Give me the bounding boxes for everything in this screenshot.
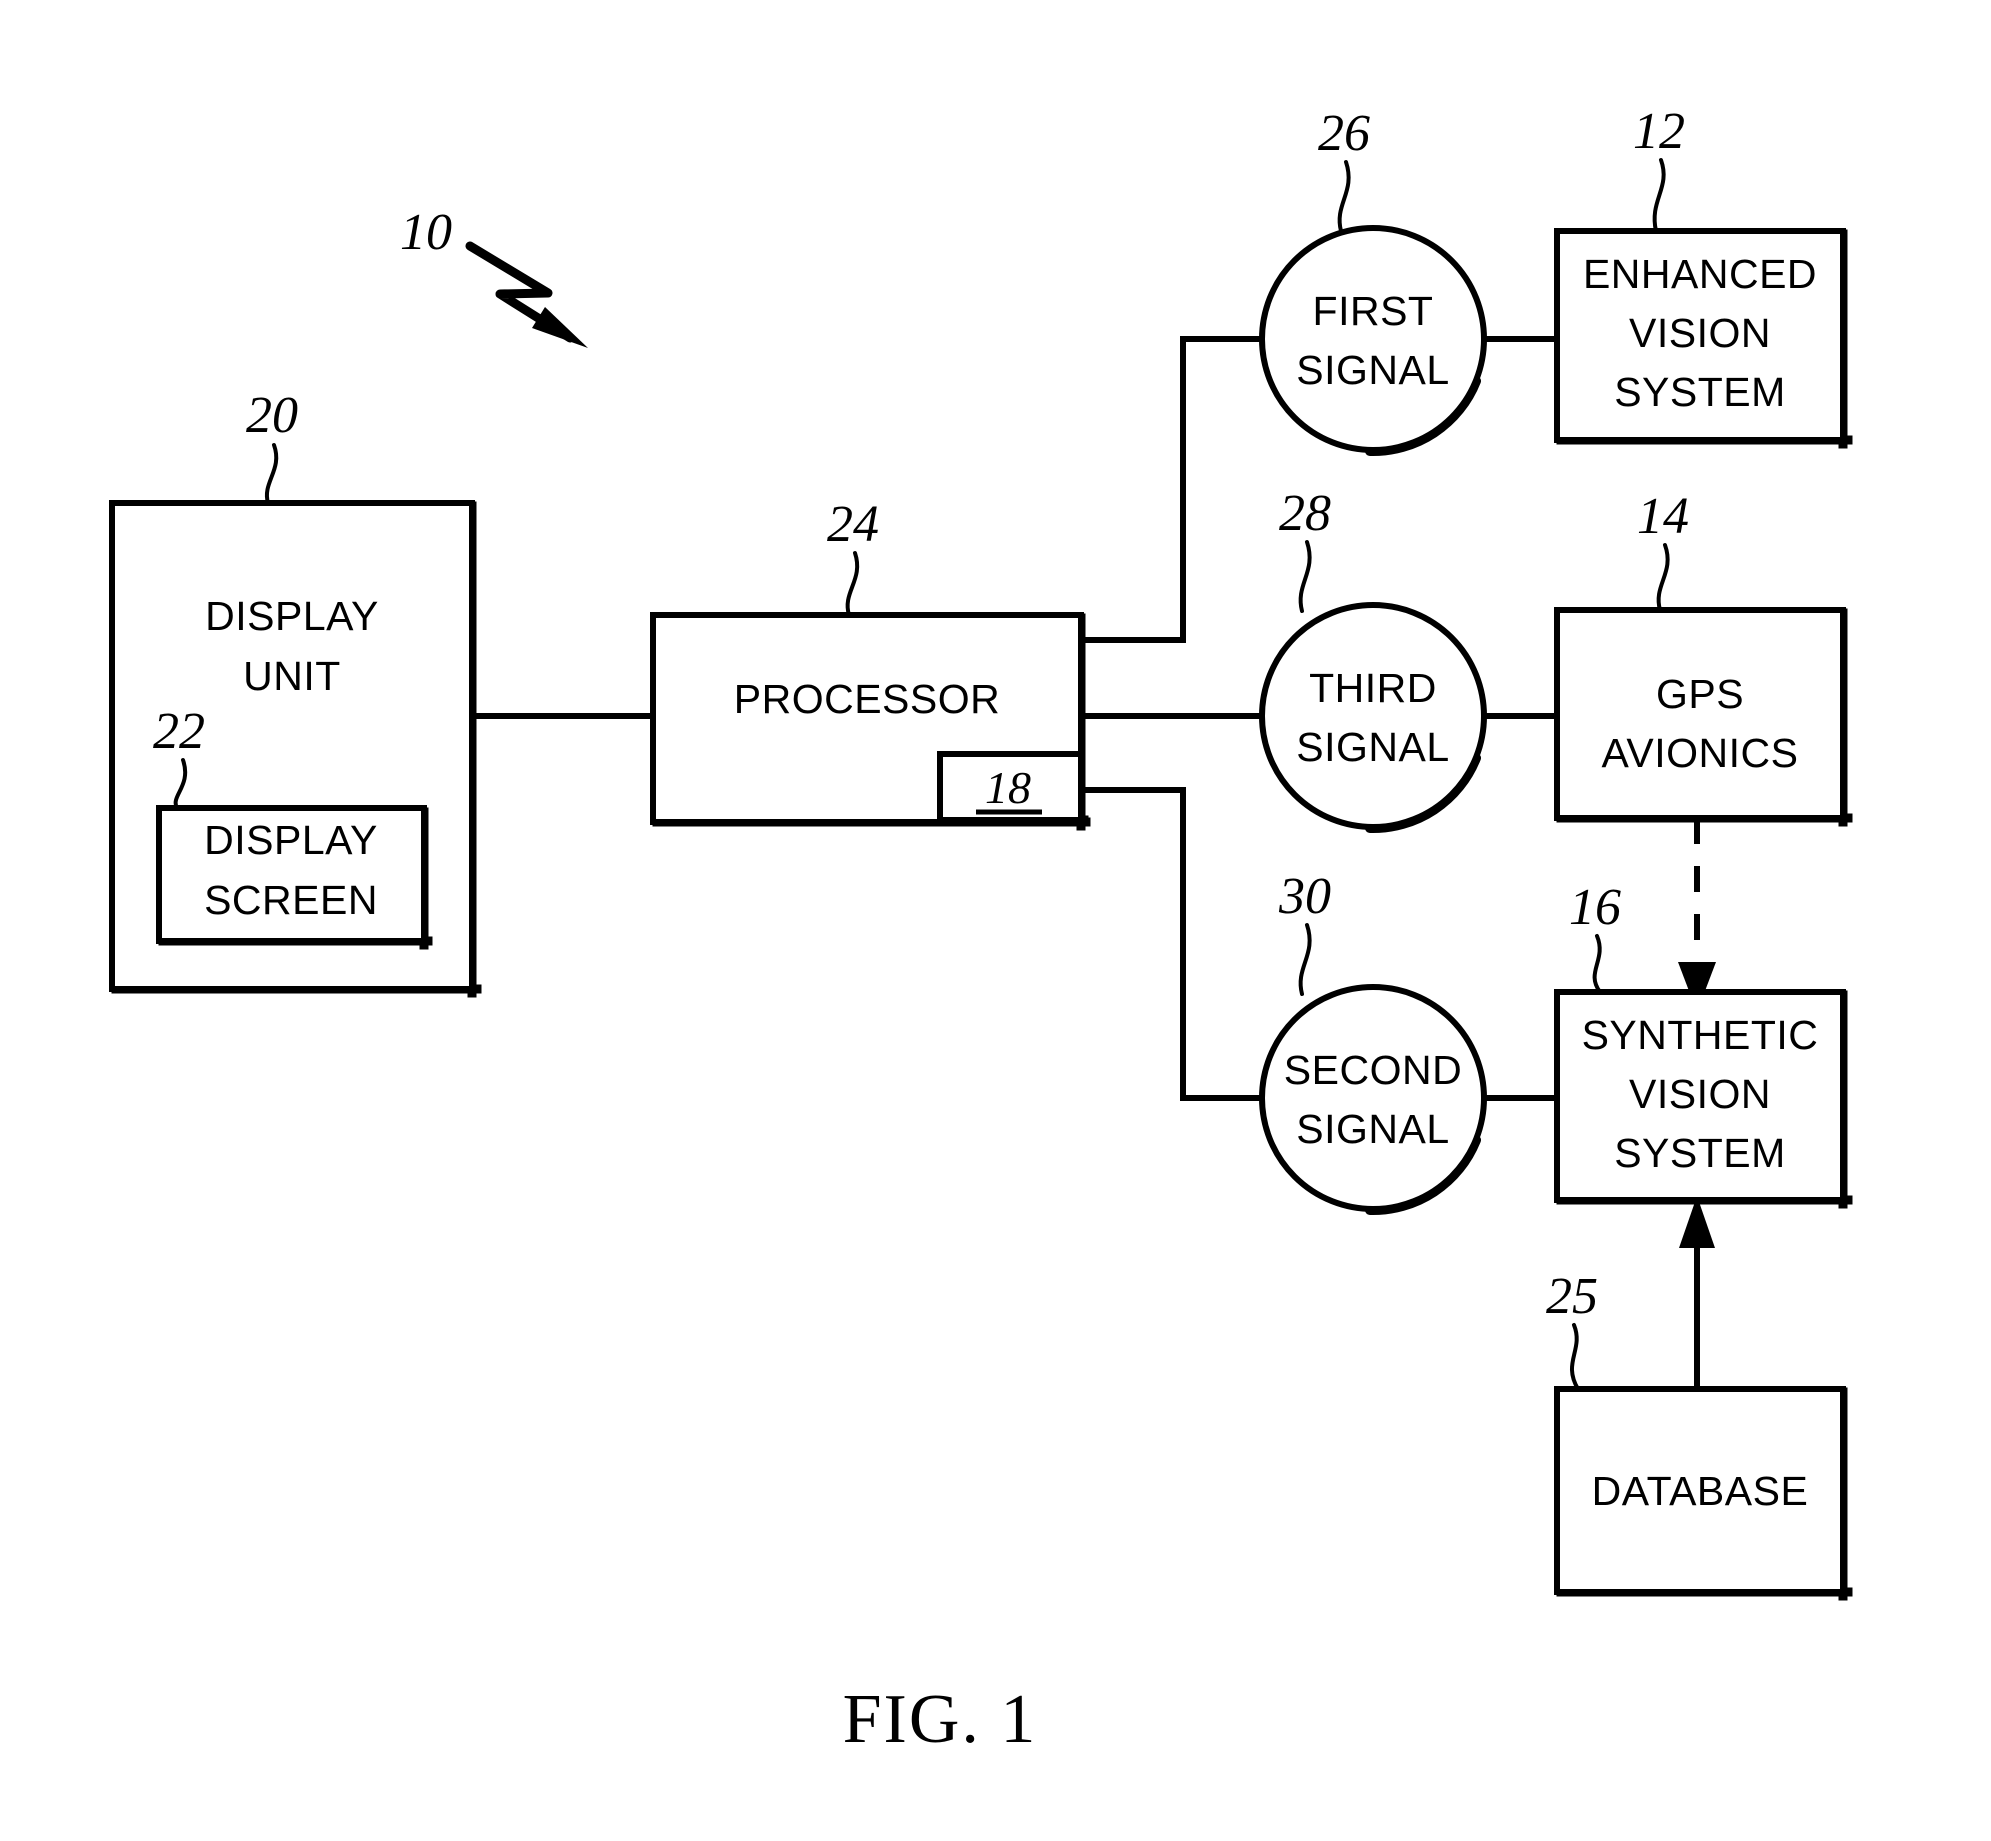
node-second-signal[interactable]: SECOND SIGNAL: [1259, 984, 1487, 1216]
display-screen-label-line2: SCREEN: [204, 877, 378, 923]
dashed-connector-gps-to-svs: [1678, 818, 1716, 1012]
processor-sub-ref-18: 18: [985, 762, 1031, 813]
block-display-screen[interactable]: DISPLAY SCREEN: [156, 805, 433, 950]
ref-numeral-28: 28: [1279, 485, 1331, 542]
evs-label-line2: VISION: [1629, 310, 1771, 356]
connector-processor-to-second-signal: [1080, 787, 1265, 1101]
display-unit-label-line2: UNIT: [243, 653, 341, 699]
evs-label-line1: ENHANCED: [1583, 251, 1817, 297]
svs-label-line1: SYNTHETIC: [1582, 1012, 1819, 1058]
block-enhanced-vision-system[interactable]: ENHANCED VISION SYSTEM: [1554, 228, 1853, 449]
ref-numeral-12: 12: [1633, 103, 1685, 160]
gps-avionics-label-line1: GPS: [1656, 671, 1744, 717]
block-gps-avionics[interactable]: GPS AVIONICS: [1554, 607, 1853, 827]
svs-label-line3: SYSTEM: [1614, 1130, 1786, 1176]
third-signal-label-line2: SIGNAL: [1296, 724, 1449, 770]
ref-numeral-20: 20: [246, 387, 298, 444]
ref-numeral-10: 10: [400, 204, 452, 261]
ref-numeral-25: 25: [1546, 1268, 1598, 1325]
solid-connector-database-to-svs: [1679, 1196, 1715, 1389]
evs-label-line3: SYSTEM: [1614, 369, 1786, 415]
display-unit-label-line1: DISPLAY: [205, 593, 379, 639]
block-synthetic-vision-system[interactable]: SYNTHETIC VISION SYSTEM: [1554, 989, 1853, 1209]
node-third-signal[interactable]: THIRD SIGNAL: [1259, 602, 1487, 834]
first-signal-label-line1: FIRST: [1313, 288, 1434, 334]
second-signal-circle: [1259, 984, 1487, 1212]
ref-numeral-30: 30: [1278, 868, 1331, 925]
ref-numeral-26: 26: [1318, 105, 1370, 162]
database-label: DATABASE: [1592, 1468, 1809, 1514]
system-pointer-arrow: [465, 241, 588, 348]
arrowhead-diagonal-icon: [532, 307, 588, 348]
first-signal-label-line2: SIGNAL: [1296, 347, 1449, 393]
patent-figure: DISPLAY UNIT DISPLAY SCREEN PROCESSOR 18: [0, 0, 1991, 1841]
connector-processor-to-first-signal: [1080, 336, 1265, 643]
ref-numeral-14: 14: [1637, 488, 1689, 545]
display-screen-label-line1: DISPLAY: [204, 817, 378, 863]
third-signal-label-line1: THIRD: [1309, 665, 1437, 711]
ref-numeral-16: 16: [1569, 879, 1621, 936]
second-signal-label-line1: SECOND: [1284, 1047, 1462, 1093]
block-diagram-canvas: DISPLAY UNIT DISPLAY SCREEN PROCESSOR 18: [109, 103, 1853, 1758]
processor-label: PROCESSOR: [734, 676, 1001, 722]
node-first-signal[interactable]: FIRST SIGNAL: [1259, 225, 1487, 457]
figure-caption: FIG. 1: [843, 1681, 1038, 1758]
second-signal-label-line2: SIGNAL: [1296, 1106, 1449, 1152]
svs-label-line2: VISION: [1629, 1071, 1771, 1117]
block-database[interactable]: DATABASE: [1554, 1386, 1853, 1601]
third-signal-circle: [1259, 602, 1487, 830]
block-processor[interactable]: PROCESSOR 18: [650, 612, 1091, 831]
ref-numeral-24: 24: [827, 496, 879, 553]
gps-avionics-label-line2: AVIONICS: [1602, 730, 1799, 776]
ref-numeral-22: 22: [153, 703, 205, 760]
first-signal-circle: [1259, 225, 1487, 453]
